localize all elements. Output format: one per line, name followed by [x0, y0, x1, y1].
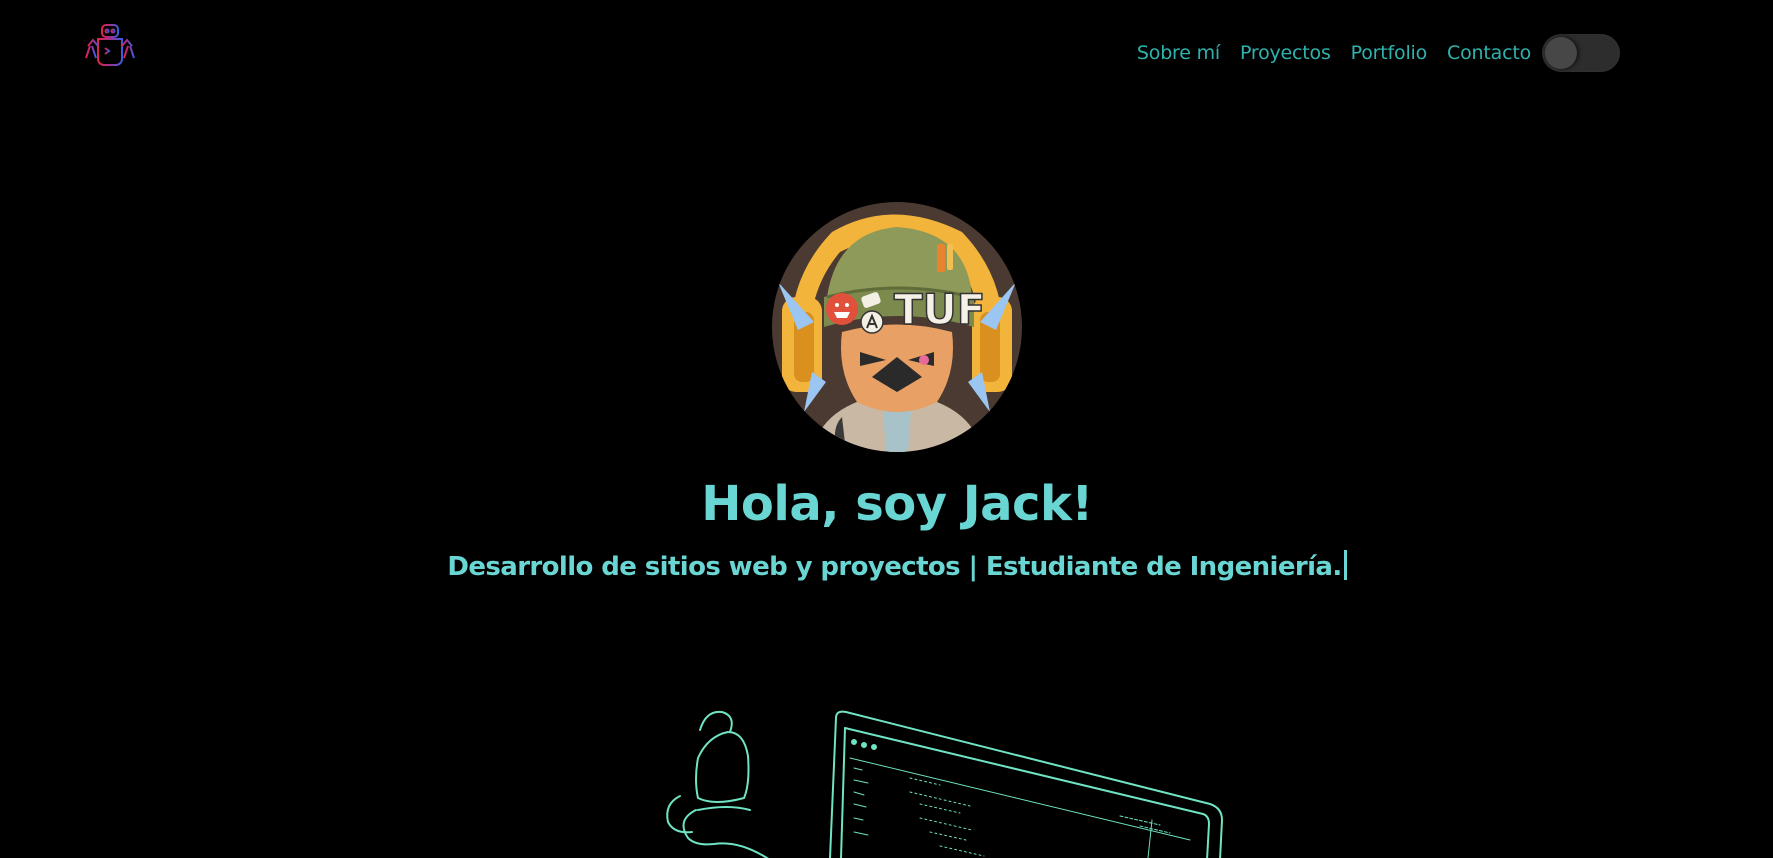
hero-subtitle-text: Desarrollo de sitios web y proyectos | E… [447, 552, 1342, 582]
hero-subtitle: Desarrollo de sitios web y proyectos | E… [0, 548, 1773, 586]
theme-toggle[interactable] [1542, 34, 1620, 72]
toggle-knob [1545, 37, 1577, 69]
avatar-illustration: TUF [772, 202, 1022, 452]
nav-link-sobre-mi[interactable]: Sobre mí [1137, 42, 1220, 64]
coding-illustration [666, 710, 1224, 858]
nav-link-portfolio[interactable]: Portfolio [1351, 42, 1428, 64]
profile-avatar: TUF [772, 202, 1022, 452]
hero-title: Hola, soy Jack! [701, 476, 1093, 532]
nav-link-contacto[interactable]: Contacto [1447, 42, 1531, 64]
robot-icon[interactable] [82, 22, 138, 72]
page: Sobre mí Proyectos Portfolio Contacto TU… [0, 0, 1773, 858]
nav-link-proyectos[interactable]: Proyectos [1240, 42, 1331, 64]
avatar-tuf-text: TUF [894, 285, 985, 334]
site-header: Sobre mí Proyectos Portfolio Contacto [0, 0, 1773, 106]
typing-cursor [1343, 550, 1347, 580]
main-nav: Sobre mí Proyectos Portfolio Contacto [1137, 30, 1620, 76]
